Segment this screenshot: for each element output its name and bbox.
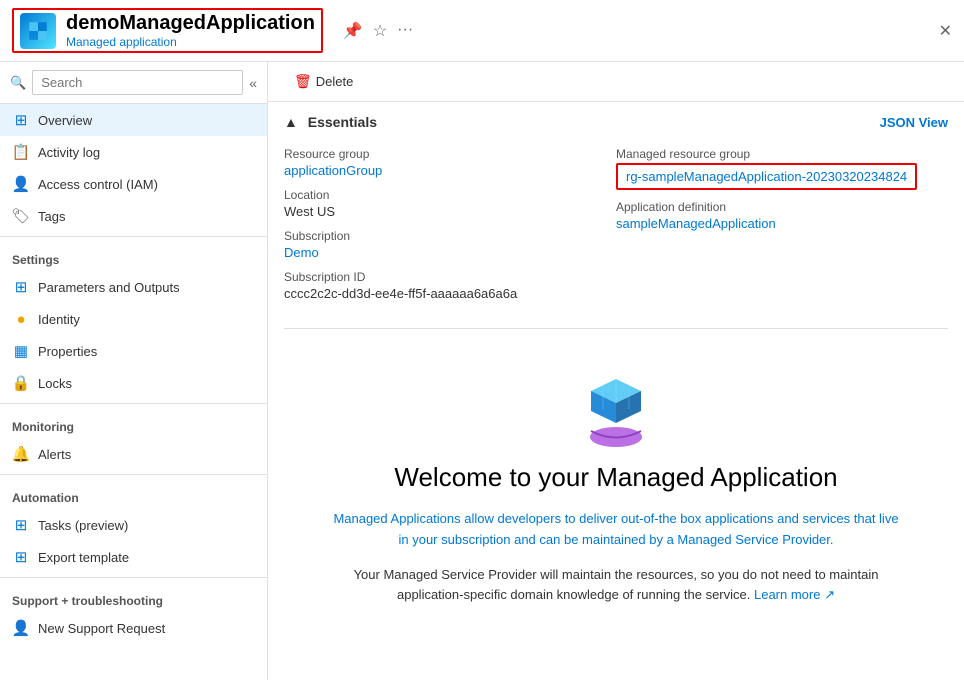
managed-rg-item: Managed resource group rg-sampleManagedA… xyxy=(616,142,948,195)
delete-icon: 🗑 xyxy=(294,73,312,90)
sidebar-item-alerts[interactable]: 🔔 Alerts xyxy=(0,438,267,470)
access-control-icon: 👤 xyxy=(12,175,30,193)
star-icon[interactable]: ☆ xyxy=(373,21,387,41)
sidebar-item-parameters-outputs[interactable]: ⊞ Parameters and Outputs xyxy=(0,271,267,303)
essentials-grid: Resource group applicationGroup Location… xyxy=(284,142,948,306)
support-icon: 👤 xyxy=(12,619,30,637)
app-definition-item: Application definition sampleManagedAppl… xyxy=(616,195,948,236)
pin-icon[interactable]: 📌 xyxy=(343,21,363,41)
sidebar-item-identity[interactable]: ● Identity xyxy=(0,303,267,335)
essentials-right: Managed resource group rg-sampleManagedA… xyxy=(616,142,948,306)
properties-icon: ▦ xyxy=(12,342,30,360)
support-section-label: Support + troubleshooting xyxy=(0,582,267,612)
close-button[interactable]: ✕ xyxy=(939,21,952,41)
learn-more-link[interactable]: Learn more ↗ xyxy=(754,587,835,602)
tasks-icon: ⊞ xyxy=(12,516,30,534)
app-title-wrapper: demoManagedApplication Managed applicati… xyxy=(12,8,323,53)
sidebar-item-properties[interactable]: ▦ Properties xyxy=(0,335,267,367)
sidebar-item-activity-log[interactable]: 📋 Activity log xyxy=(0,136,267,168)
app-icon xyxy=(20,13,56,49)
essentials-section: ▲ Essentials JSON View Resource group ap… xyxy=(268,102,964,318)
sidebar: 🔍 « ⊞ Overview 📋 Activity log 👤 Access c… xyxy=(0,62,268,680)
title-bar: demoManagedApplication Managed applicati… xyxy=(0,0,964,62)
export-template-icon: ⊞ xyxy=(12,548,30,566)
subscription-id-item: Subscription ID cccc2c2c-dd3d-ee4e-ff5f-… xyxy=(284,265,616,306)
search-bar: 🔍 « xyxy=(0,62,267,104)
sidebar-item-export-template[interactable]: ⊞ Export template xyxy=(0,541,267,573)
settings-section-label: Settings xyxy=(0,241,267,271)
overview-icon: ⊞ xyxy=(12,111,30,129)
tags-icon: 🏷 xyxy=(12,207,30,225)
welcome-description-1: Managed Applications allow developers to… xyxy=(328,509,904,551)
welcome-section: Welcome to your Managed Application Mana… xyxy=(268,339,964,626)
essentials-left: Resource group applicationGroup Location… xyxy=(284,142,616,306)
search-input[interactable] xyxy=(32,70,243,95)
collapse-chevron-icon[interactable]: « xyxy=(249,75,257,91)
subscription-item: Subscription Demo xyxy=(284,224,616,265)
automation-section-label: Automation xyxy=(0,479,267,509)
subscription-link[interactable]: Demo xyxy=(284,245,319,260)
sidebar-item-tasks[interactable]: ⊞ Tasks (preview) xyxy=(0,509,267,541)
resource-group-link[interactable]: applicationGroup xyxy=(284,163,382,178)
location-item: Location West US xyxy=(284,183,616,224)
alerts-icon: 🔔 xyxy=(12,445,30,463)
search-icon: 🔍 xyxy=(10,75,26,91)
content-area: 🗑 Delete ▲ Essentials JSON View Resource… xyxy=(268,62,964,680)
managed-rg-box: rg-sampleManagedApplication-202303202348… xyxy=(616,163,917,190)
azure-cube-icon xyxy=(571,359,661,449)
app-definition-link[interactable]: sampleManagedApplication xyxy=(616,216,776,231)
sidebar-item-overview[interactable]: ⊞ Overview xyxy=(0,104,267,136)
welcome-title: Welcome to your Managed Application xyxy=(394,462,837,493)
resource-group-item: Resource group applicationGroup xyxy=(284,142,616,183)
sidebar-item-locks[interactable]: 🔒 Locks xyxy=(0,367,267,399)
activity-log-icon: 📋 xyxy=(12,143,30,161)
locks-icon: 🔒 xyxy=(12,374,30,392)
monitoring-section-label: Monitoring xyxy=(0,408,267,438)
managed-rg-link[interactable]: rg-sampleManagedApplication-202303202348… xyxy=(626,169,907,184)
toolbar: 🗑 Delete xyxy=(268,62,964,102)
essentials-header: ▲ Essentials JSON View xyxy=(284,114,948,130)
main-layout: 🔍 « ⊞ Overview 📋 Activity log 👤 Access c… xyxy=(0,62,964,680)
sidebar-item-tags[interactable]: 🏷 Tags xyxy=(0,200,267,232)
more-icon[interactable]: ··· xyxy=(397,21,413,41)
welcome-icon-container xyxy=(571,359,661,452)
sidebar-item-new-support-request[interactable]: 👤 New Support Request xyxy=(0,612,267,644)
identity-icon: ● xyxy=(12,310,30,328)
delete-button[interactable]: 🗑 Delete xyxy=(284,68,363,95)
welcome-description-2: Your Managed Service Provider will maint… xyxy=(328,565,904,607)
app-title-text: demoManagedApplication Managed applicati… xyxy=(66,12,315,49)
sidebar-item-access-control[interactable]: 👤 Access control (IAM) xyxy=(0,168,267,200)
essentials-toggle-icon[interactable]: ▲ xyxy=(284,114,298,130)
title-actions[interactable]: 📌 ☆ ··· xyxy=(343,21,413,41)
external-link-icon: ↗ xyxy=(824,587,835,602)
json-view-link[interactable]: JSON View xyxy=(880,115,948,130)
parameters-icon: ⊞ xyxy=(12,278,30,296)
